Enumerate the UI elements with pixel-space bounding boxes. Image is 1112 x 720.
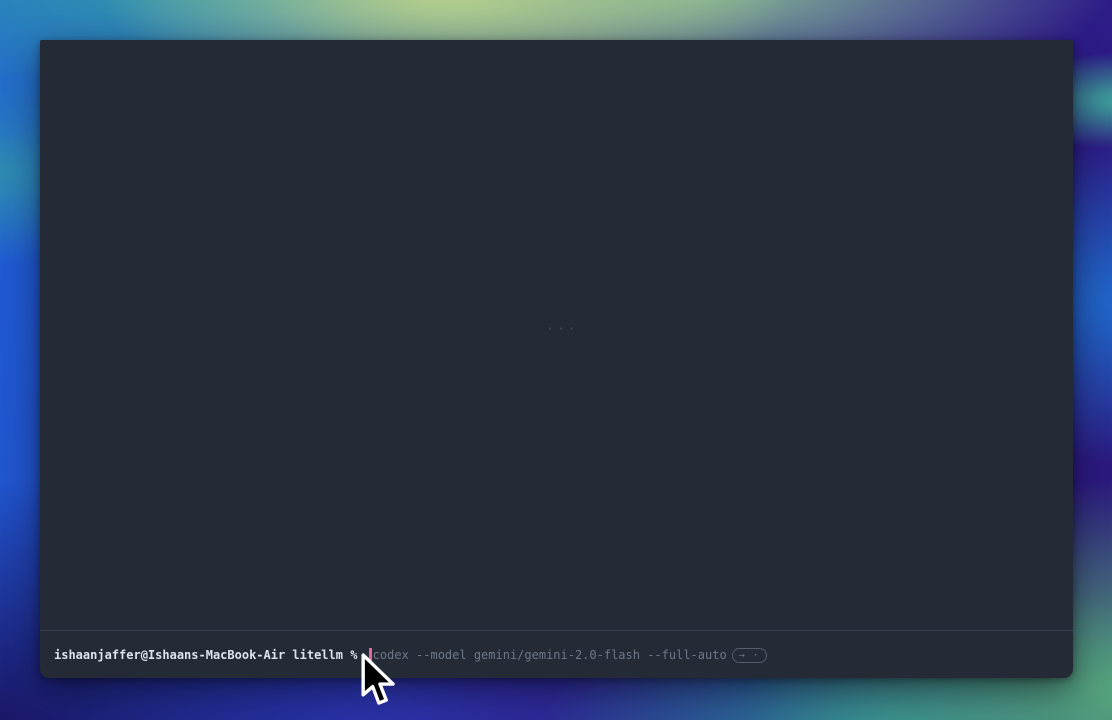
- autosuggestion-text: codex --model gemini/gemini-2.0-flash --…: [373, 646, 727, 664]
- terminal-window[interactable]: ··· ishaanjaffer@Ishaans-MacBook-Air lit…: [40, 40, 1073, 678]
- text-cursor: [369, 648, 372, 663]
- command-input-line[interactable]: ishaanjaffer@Ishaans-MacBook-Air litellm…: [54, 646, 1063, 664]
- shell-prompt: ishaanjaffer@Ishaans-MacBook-Air litellm…: [54, 646, 365, 664]
- prompt-divider: [40, 630, 1073, 631]
- loading-dots: ···: [546, 322, 578, 337]
- tab-accept-hint-badge: → ·: [732, 648, 767, 663]
